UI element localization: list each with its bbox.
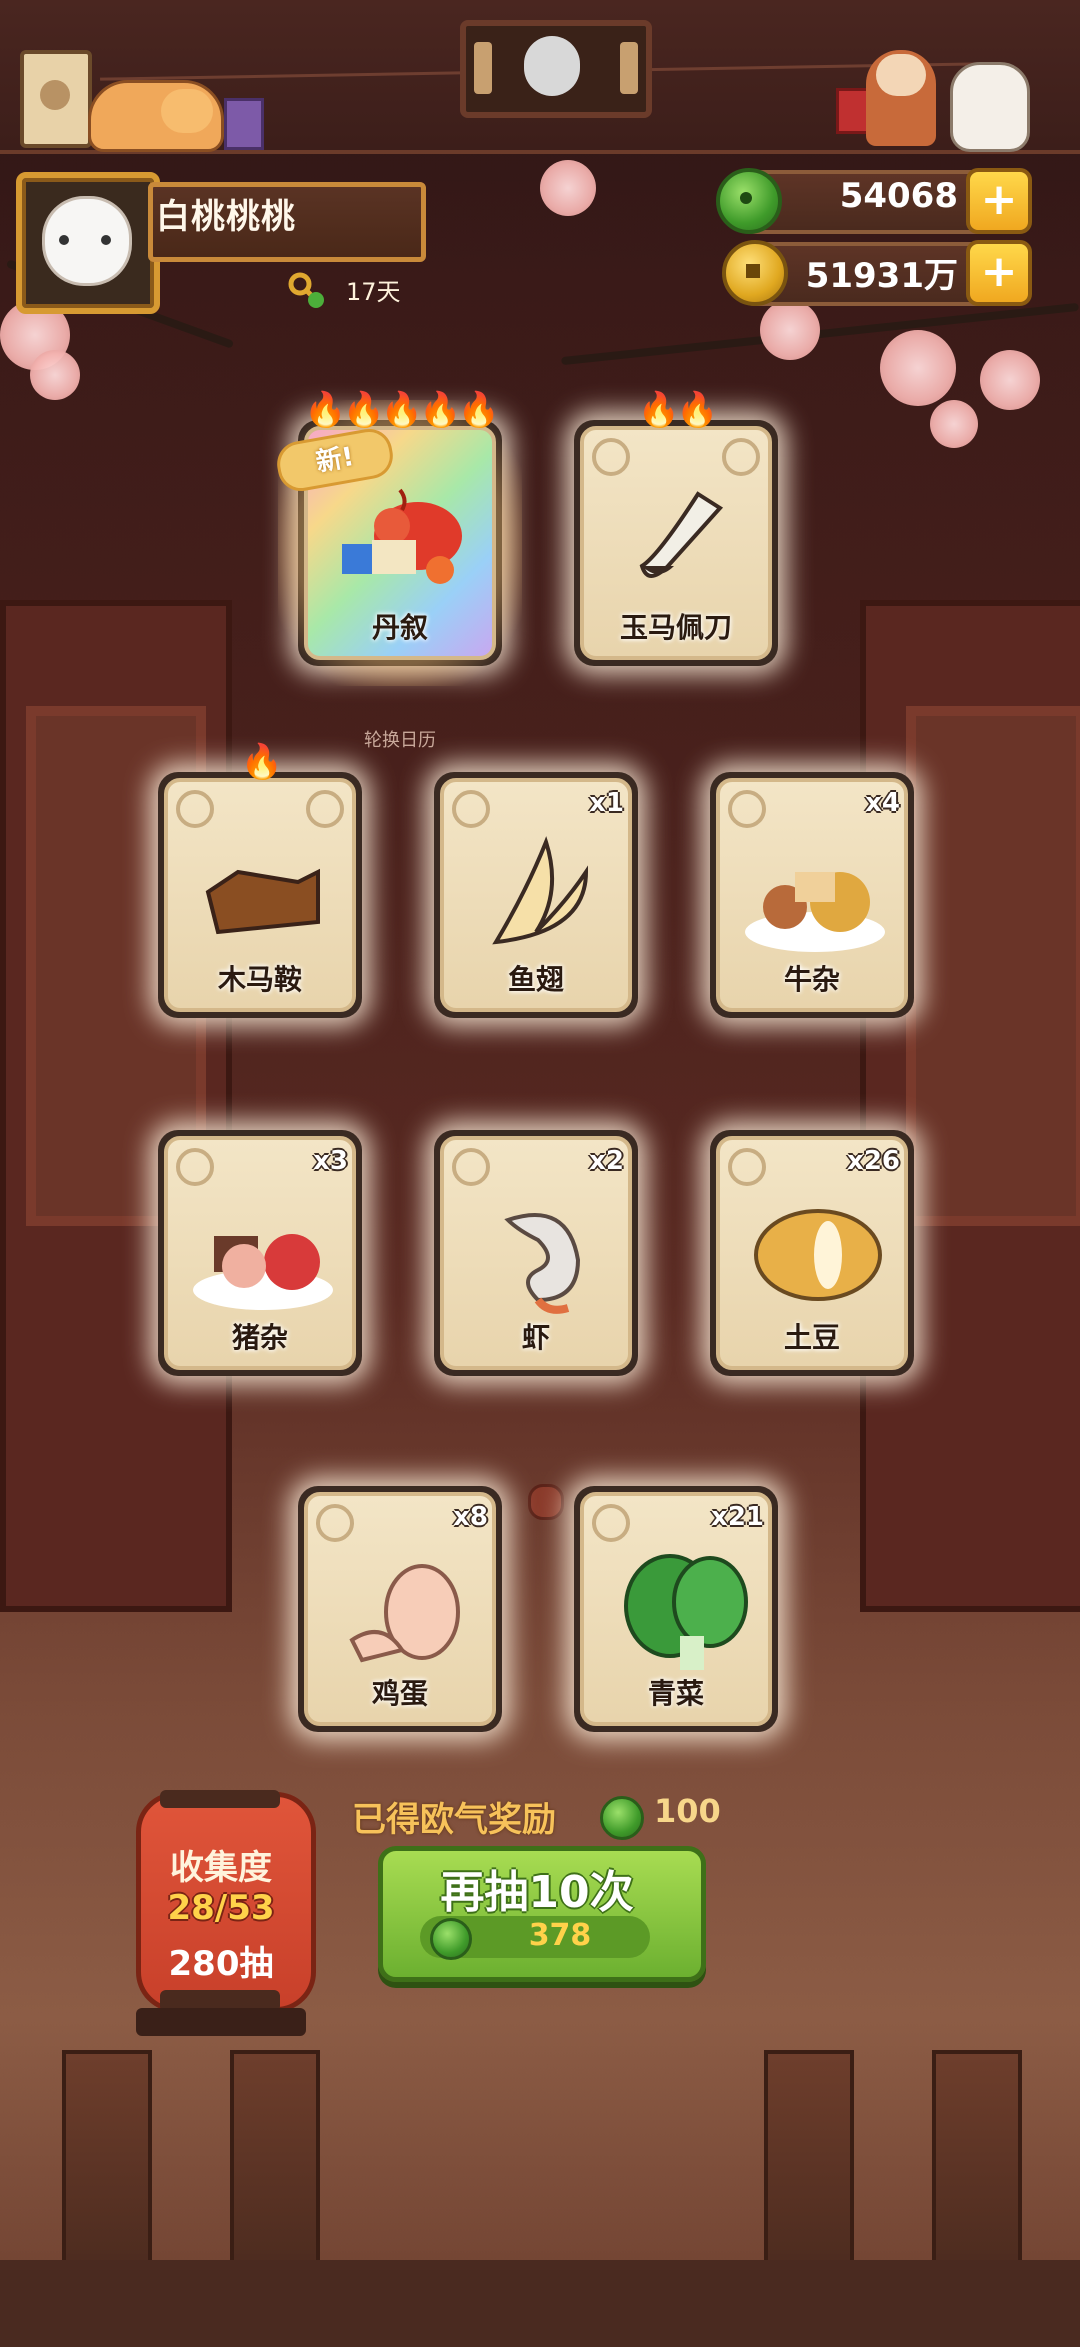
rarity-flames: 🔥🔥🔥🔥🔥 [304, 390, 500, 430]
login-days: 17天 [346, 278, 401, 306]
jade-icon [716, 168, 782, 234]
red-dragon-art [342, 488, 462, 584]
card-name: 木马鞍 [217, 963, 302, 996]
saddle-art [205, 868, 320, 935]
card-name: 鱼翅 [507, 963, 564, 996]
shark-fin-art [492, 836, 589, 945]
card-name: 牛杂 [783, 963, 840, 996]
shrimp-art [504, 1213, 581, 1314]
card-name: 鸡蛋 [371, 1677, 428, 1710]
player-avatar[interactable] [16, 172, 160, 314]
item-count: x2 [589, 1146, 624, 1176]
player-name: 白桃桃桃 [156, 197, 296, 237]
item-count: x26 [847, 1146, 900, 1176]
card-egg[interactable]: x8 鸡蛋 [298, 1486, 502, 1732]
blossom-decoration [760, 300, 820, 360]
total-pulls: 280抽 [168, 1944, 274, 1984]
draw-cost: 378 [528, 1918, 592, 1953]
white-cat-decoration[interactable] [950, 62, 1030, 152]
card-greens[interactable]: x21 青菜 [574, 1486, 778, 1732]
add-jade-button[interactable]: + [966, 168, 1032, 234]
beef-offal-art [745, 872, 885, 952]
item-count: x1 [589, 788, 624, 818]
card-potato[interactable]: x26 土豆 [710, 1130, 914, 1376]
reward-value: 100 [654, 1792, 721, 1830]
item-count: x3 [313, 1146, 348, 1176]
blossom-decoration [930, 400, 978, 448]
fence-post [932, 2050, 1022, 2288]
card-name: 丹叙 [371, 611, 428, 644]
card-shark-fin[interactable]: x1 鱼翅 [434, 772, 638, 1018]
blossom-decoration [30, 350, 80, 400]
reward-label: 已得欧气奖励 [352, 1800, 556, 1840]
lantern-stand [136, 2008, 306, 2036]
paw-scroll-decoration [20, 50, 92, 148]
center-ornament [528, 1484, 564, 1520]
floor-strip [0, 2260, 1080, 2347]
card-name: 青菜 [647, 1677, 704, 1710]
pork-offal-art [193, 1234, 333, 1310]
lantern-cap [160, 1790, 280, 1808]
collection-title: 收集度 [170, 1848, 272, 1888]
item-count: x8 [453, 1502, 488, 1532]
blossom-decoration [880, 330, 956, 406]
purple-book-decoration [224, 98, 264, 150]
card-pork-offal[interactable]: x3 猪杂 [158, 1130, 362, 1376]
sprout-key-icon [288, 272, 324, 308]
add-coin-button[interactable]: + [966, 240, 1032, 306]
elder-portrait-sign[interactable] [460, 20, 652, 118]
boy-character-decoration[interactable] [866, 50, 936, 146]
coin-icon [722, 240, 788, 306]
card-saddle[interactable]: 🔥 木马鞍 [158, 742, 362, 1018]
blossom-decoration [540, 160, 596, 216]
jade-icon [600, 1796, 644, 1840]
jade-icon [430, 1918, 472, 1960]
collection-progress: 28/53 [167, 1888, 275, 1928]
rarity-flames: 🔥🔥 [637, 390, 719, 430]
card-name: 猪杂 [231, 1321, 288, 1354]
fence-post [230, 2050, 320, 2288]
item-count: x21 [711, 1502, 764, 1532]
rarity-flames: 🔥 [240, 742, 283, 782]
card-name: 虾 [521, 1321, 550, 1354]
draw-again-label: 再抽10次 [440, 1867, 634, 1918]
fence-post [764, 2050, 854, 2288]
blossom-decoration [980, 350, 1040, 410]
egg-art [349, 1564, 460, 1663]
card-jade-knife[interactable]: 🔥🔥 玉马佩刀 [574, 390, 778, 666]
right-door [860, 600, 1080, 1612]
potato-art [754, 1209, 882, 1301]
card-name: 土豆 [783, 1321, 840, 1354]
card-beef-offal[interactable]: x4 牛杂 [710, 772, 914, 1018]
greens-art [624, 1554, 748, 1670]
card-shrimp[interactable]: x2 虾 [434, 1130, 638, 1376]
card-name: 玉马佩刀 [619, 611, 732, 644]
card-danxu[interactable]: 🔥🔥🔥🔥🔥 新! 丹叙 [277, 390, 522, 686]
item-count: x4 [865, 788, 900, 818]
knife-art [639, 491, 724, 578]
fence-post [62, 2050, 152, 2288]
sleeping-cat-decoration [88, 80, 224, 152]
